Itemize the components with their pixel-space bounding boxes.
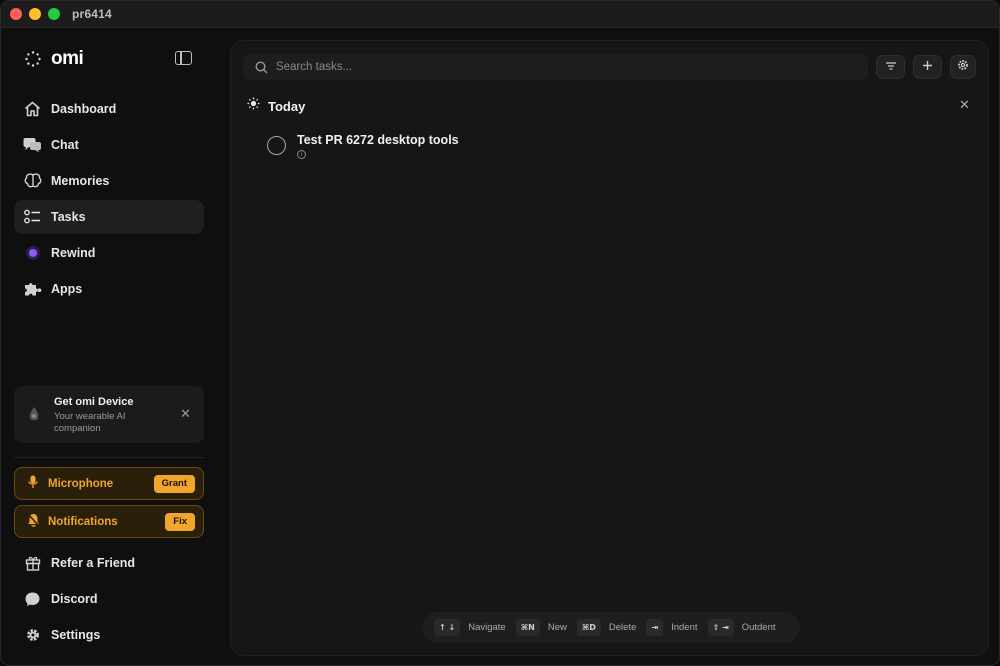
sidebar-item-label: Memories <box>51 174 110 188</box>
task-body: Test PR 6272 desktop tools i <box>297 133 459 159</box>
zoom-window-button[interactable] <box>48 8 60 20</box>
sun-icon <box>247 97 260 115</box>
shortcut-label: Indent <box>671 622 698 633</box>
app-window: pr6414 omi Dashboard Chat Memories Tasks… <box>0 0 1000 666</box>
brain-icon <box>23 172 42 191</box>
task-title[interactable]: Test PR 6272 desktop tools <box>297 133 459 147</box>
home-icon <box>23 100 42 119</box>
settings-label: Settings <box>51 628 101 642</box>
shortcut-key: ↑ ↓ <box>434 619 461 636</box>
sidebar-item-label: Rewind <box>51 246 96 260</box>
shortcut-key: ⇧ ⇥ <box>707 619 734 636</box>
shortcut-delete: ⌘D Delete <box>576 619 637 636</box>
sidebar-divider <box>14 457 204 458</box>
shortcut-navigate: ↑ ↓ Navigate <box>434 619 506 636</box>
task-checkbox[interactable] <box>267 136 286 155</box>
sidebar: omi Dashboard Chat Memories Tasks Rewind… <box>1 28 219 665</box>
minimize-window-button[interactable] <box>29 8 41 20</box>
search-input[interactable] <box>276 61 836 73</box>
grant-button[interactable]: Grant <box>153 474 195 493</box>
gear-icon <box>23 626 42 645</box>
traffic-lights <box>10 8 60 20</box>
omi-logo-icon <box>25 51 41 67</box>
microphone-permission[interactable]: Microphone Grant <box>14 467 204 500</box>
search-icon <box>255 60 268 74</box>
sidebar-item-label: Dashboard <box>51 102 117 116</box>
checklist-icon <box>23 208 42 227</box>
gear-icon <box>957 58 969 76</box>
today-section-header: Today <box>247 97 305 115</box>
shortcut-key: ⌘N <box>515 619 540 636</box>
sidebar-toggle-icon[interactable] <box>175 51 192 65</box>
sidebar-item-rewind[interactable]: Rewind <box>14 236 204 270</box>
discord-icon <box>23 590 42 609</box>
plus-icon <box>922 58 933 76</box>
tasks-panel: Today ✕ Test PR 6272 desktop tools i ↑ ↓… <box>230 40 989 656</box>
sidebar-item-label: Apps <box>51 282 83 296</box>
filter-button[interactable] <box>876 55 905 79</box>
microphone-label: Microphone <box>48 477 114 490</box>
task-settings-button[interactable] <box>950 55 976 79</box>
add-task-button[interactable] <box>913 55 942 79</box>
get-device-card[interactable]: Get omi Device Your wearable AI companio… <box>14 386 204 443</box>
info-icon[interactable]: i <box>297 150 306 159</box>
task-row[interactable]: Test PR 6272 desktop tools i <box>267 133 459 159</box>
brand[interactable]: omi <box>25 48 84 70</box>
discord-link[interactable]: Discord <box>23 588 98 610</box>
sidebar-item-dashboard[interactable]: Dashboard <box>14 92 204 126</box>
gift-icon <box>23 554 42 573</box>
close-icon[interactable]: ✕ <box>180 406 191 422</box>
device-card-subtitle: Your wearable AI companion <box>54 411 126 434</box>
discord-label: Discord <box>51 592 98 606</box>
shortcut-key: ⇥ <box>646 619 664 636</box>
filter-icon <box>885 58 897 76</box>
shortcut-indent: ⇥ Indent <box>646 619 698 636</box>
sidebar-item-label: Chat <box>51 138 79 152</box>
keyboard-shortcuts-bar: ↑ ↓ Navigate ⌘N New ⌘D Delete ⇥ Indent ⇧… <box>422 612 800 643</box>
shortcut-label: Delete <box>608 622 637 633</box>
window-title: pr6414 <box>72 7 112 21</box>
shortcut-new: ⌘N New <box>515 619 567 636</box>
omi-device-icon <box>27 406 41 424</box>
notifications-label: Notifications <box>48 515 118 528</box>
shortcut-label: New <box>547 622 567 633</box>
refer-friend-link[interactable]: Refer a Friend <box>23 552 135 574</box>
refer-friend-label: Refer a Friend <box>51 556 136 570</box>
sidebar-nav: Dashboard Chat Memories Tasks Rewind App… <box>14 92 204 308</box>
settings-link[interactable]: Settings <box>23 624 100 646</box>
sidebar-item-apps[interactable]: Apps <box>14 272 204 306</box>
close-icon[interactable]: ✕ <box>959 97 970 113</box>
section-title: Today <box>268 98 306 114</box>
sidebar-item-memories[interactable]: Memories <box>14 164 204 198</box>
microphone-icon <box>26 475 40 492</box>
search-bar[interactable] <box>243 54 868 80</box>
sidebar-item-tasks[interactable]: Tasks <box>14 200 204 234</box>
brand-name: omi <box>51 48 84 69</box>
chat-bubbles-icon <box>23 136 42 155</box>
title-bar: pr6414 <box>1 1 999 28</box>
device-card-title: Get omi Device <box>54 396 134 408</box>
notifications-permission[interactable]: Notifications Fix <box>14 505 204 538</box>
shortcut-label: Outdent <box>741 622 776 633</box>
sidebar-item-chat[interactable]: Chat <box>14 128 204 162</box>
shortcut-key: ⌘D <box>576 619 601 636</box>
bell-slash-icon <box>26 513 40 530</box>
shortcut-label: Navigate <box>468 622 506 633</box>
close-window-button[interactable] <box>10 8 22 20</box>
rewind-dot-icon <box>23 244 42 263</box>
shortcut-outdent: ⇧ ⇥ Outdent <box>707 619 776 636</box>
puzzle-icon <box>23 280 42 299</box>
sidebar-item-label: Tasks <box>51 210 86 224</box>
fix-button[interactable]: Fix <box>165 512 195 531</box>
